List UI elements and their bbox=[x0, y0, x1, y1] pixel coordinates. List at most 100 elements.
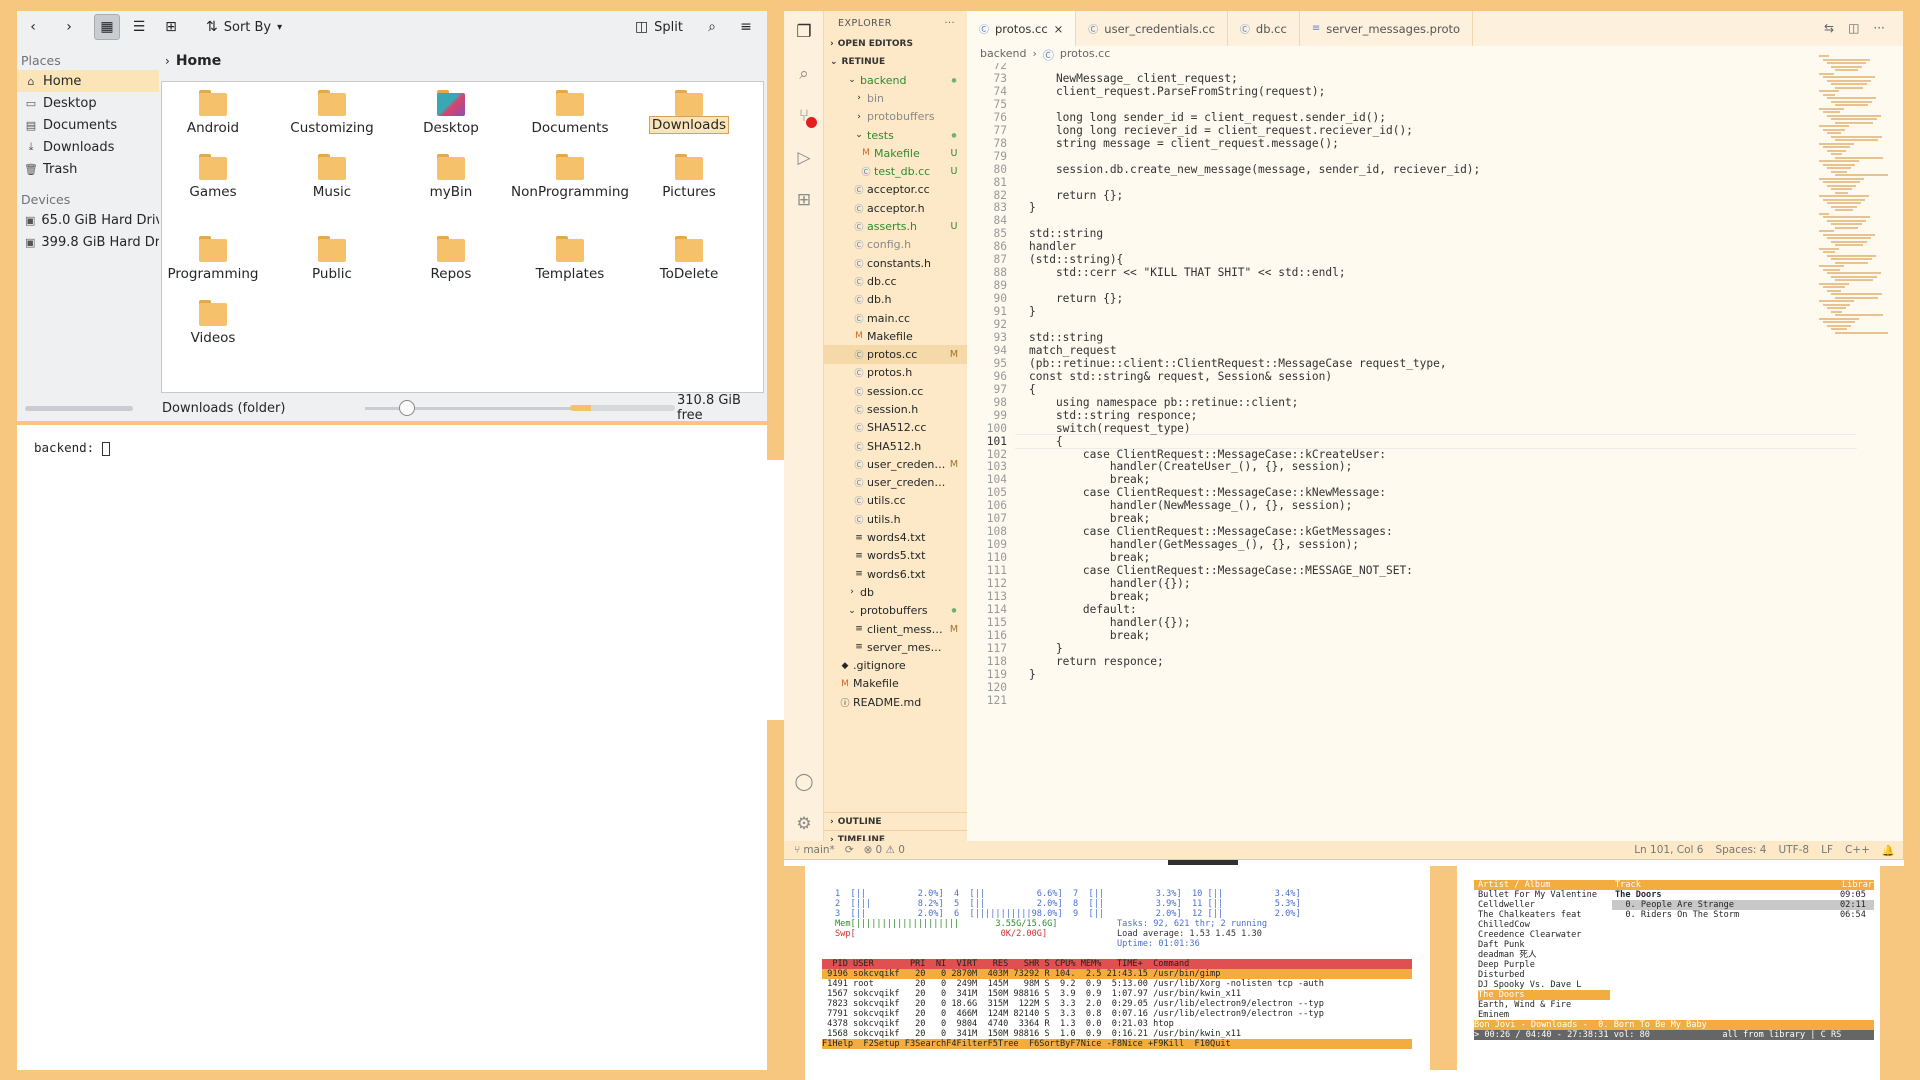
folder-item[interactable]: Repos bbox=[391, 228, 511, 283]
sort-by-button[interactable]: ⇅ Sort By ▾ bbox=[202, 14, 286, 40]
breadcrumb-home[interactable]: Home bbox=[176, 53, 221, 69]
cmus-artist-item[interactable]: The Chalkeaters feat bbox=[1478, 910, 1610, 920]
file-view[interactable]: Android Customizing Desktop Documents Do… bbox=[161, 81, 764, 393]
folder-item[interactable]: ToDelete bbox=[629, 228, 749, 283]
debug-icon[interactable]: ▷ bbox=[784, 137, 824, 179]
file-tree-item[interactable]: ⌄ protobuffers ● bbox=[824, 602, 967, 620]
open-editors-section[interactable]: › OPEN EDITORS bbox=[824, 35, 967, 53]
file-tree-item[interactable]: Ⓒmain.cc bbox=[824, 309, 967, 327]
file-tree-item[interactable]: ⌄ tests ● bbox=[824, 126, 967, 144]
folder-item[interactable]: myBin bbox=[391, 146, 511, 201]
folder-item[interactable]: Videos bbox=[153, 292, 273, 347]
folder-item[interactable]: Customizing bbox=[272, 82, 392, 137]
places-scrollbar[interactable] bbox=[25, 406, 133, 411]
breadcrumb-folder[interactable]: backend bbox=[980, 47, 1026, 63]
file-tree-item[interactable]: M Makefile bbox=[824, 675, 967, 693]
folder-item[interactable]: NonProgramming bbox=[510, 146, 630, 201]
folder-item[interactable]: Desktop bbox=[391, 82, 511, 137]
place-trash[interactable]: 🗑 Trash bbox=[17, 158, 159, 180]
file-tree-item[interactable]: › protobuffers bbox=[824, 108, 967, 126]
file-tree-item[interactable]: ◆ .gitignore bbox=[824, 657, 967, 675]
file-tree-item[interactable]: Ⓒuser_credentials.ccM bbox=[824, 455, 967, 473]
htop-process-row[interactable]: 1567 sokcvqikf 20 0 341M 150M 98816 S 3.… bbox=[822, 989, 1412, 999]
file-tree-item[interactable]: Ⓒconstants.h bbox=[824, 254, 967, 272]
folder-item[interactable]: Android bbox=[153, 82, 273, 137]
file-tree-item[interactable]: Ⓒdb.cc bbox=[824, 272, 967, 290]
music-player-window[interactable]: Artist / Album Track Library The Doors 0… bbox=[1457, 865, 1880, 1070]
file-tree-item[interactable]: Ⓒacceptor.cc bbox=[824, 181, 967, 199]
forward-button[interactable]: › bbox=[56, 14, 82, 40]
place-documents[interactable]: ▤ Documents bbox=[17, 114, 159, 136]
folder-item[interactable]: Documents bbox=[510, 82, 630, 137]
cursor-position[interactable]: Ln 101, Col 6 bbox=[1634, 844, 1703, 856]
file-tree-item[interactable]: Ⓒprotos.h bbox=[824, 364, 967, 382]
device-drive-1[interactable]: ▣ 65.0 GiB Hard Drive bbox=[17, 209, 159, 231]
breadcrumb[interactable]: › Home bbox=[165, 53, 221, 69]
terminal-window[interactable]: backend: bbox=[17, 425, 767, 1070]
bell-icon[interactable]: 🔔 bbox=[1882, 844, 1895, 857]
cmus-artist-item[interactable]: ChilledCow bbox=[1478, 920, 1610, 930]
htop-process-row[interactable]: 4378 sokcvqikf 20 0 9804 4740 3364 R 1.3… bbox=[822, 1019, 1412, 1029]
scrollbar[interactable] bbox=[1896, 63, 1902, 841]
folder-item[interactable]: Games bbox=[153, 146, 273, 201]
file-tree-item[interactable]: ≡ server_messages.proto bbox=[824, 638, 967, 656]
split-button[interactable]: ◫ Split bbox=[631, 14, 687, 40]
cmus-artist-item[interactable]: Celldweller bbox=[1478, 900, 1610, 910]
cmus-track[interactable]: 0. Riders On The Storm bbox=[1615, 910, 1739, 920]
file-tree-item[interactable]: ≡ words6.txt bbox=[824, 565, 967, 583]
place-home[interactable]: ⌂ Home bbox=[17, 70, 159, 92]
cmus-artist-item[interactable]: DJ Spooky Vs. Dave L bbox=[1478, 980, 1610, 990]
folder-item[interactable]: Public bbox=[272, 228, 392, 283]
file-tree-item[interactable]: Ⓒutils.cc bbox=[824, 492, 967, 510]
cmus-track[interactable]: 0. People Are Strange bbox=[1615, 900, 1734, 910]
gear-icon[interactable]: ⚙ bbox=[784, 803, 824, 845]
editor-tab[interactable]: Ⓒprotos.cc × bbox=[967, 11, 1077, 46]
icons-view-button[interactable]: ▦ bbox=[94, 14, 120, 40]
project-section[interactable]: ⌄ RETINUE bbox=[824, 53, 967, 71]
file-tree-item[interactable]: Ⓒuser_credentials.h bbox=[824, 474, 967, 492]
more-icon[interactable]: ··· bbox=[1873, 21, 1884, 35]
folder-item[interactable]: Templates bbox=[510, 228, 630, 283]
file-tree-item[interactable]: M Makefile bbox=[824, 327, 967, 345]
cmus-artist-item[interactable]: Daft Punk bbox=[1478, 940, 1610, 950]
editor-tab[interactable]: Ⓒdb.cc bbox=[1228, 11, 1300, 46]
zoom-slider[interactable] bbox=[365, 400, 577, 416]
file-tree-item[interactable]: Ⓒ SHA512.h bbox=[824, 437, 967, 455]
outline-section[interactable]: › OUTLINE bbox=[824, 812, 967, 830]
file-tree-item[interactable]: Ⓒsession.h bbox=[824, 400, 967, 418]
htop-process-row[interactable]: 1491 root 20 0 249M 145M 98M S 9.2 0.9 5… bbox=[822, 979, 1412, 989]
source-control-icon[interactable]: ⑂ bbox=[784, 95, 824, 137]
folder-item[interactable]: Music bbox=[272, 146, 392, 201]
zoom-slider-handle[interactable] bbox=[399, 400, 416, 416]
encoding[interactable]: UTF-8 bbox=[1778, 844, 1809, 856]
place-downloads[interactable]: ⤓ Downloads bbox=[17, 136, 159, 158]
file-tree-item[interactable]: Ⓒacceptor.h bbox=[824, 199, 967, 217]
problems-count[interactable]: 0 ⚠ 0 bbox=[875, 844, 904, 856]
explorer-icon[interactable]: ❐ bbox=[784, 11, 824, 53]
file-tree-item[interactable]: ≡ words5.txt bbox=[824, 547, 967, 565]
close-icon[interactable]: × bbox=[1054, 22, 1064, 36]
file-tree-item[interactable]: Ⓒsession.cc bbox=[824, 382, 967, 400]
file-tree-item[interactable]: ⌄ backend ● bbox=[824, 71, 967, 89]
file-tree-item[interactable]: ≡ client_messages.protoM bbox=[824, 620, 967, 638]
file-tree-item[interactable]: Ⓒasserts.h U bbox=[824, 217, 967, 235]
file-tree-item[interactable]: Ⓒconfig.h bbox=[824, 236, 967, 254]
details-view-button[interactable]: ⊞ bbox=[158, 14, 184, 40]
indentation[interactable]: Spaces: 4 bbox=[1715, 844, 1766, 856]
place-desktop[interactable]: ▭ Desktop bbox=[17, 92, 159, 114]
cmus-artist-item[interactable]: Disturbed bbox=[1478, 970, 1610, 980]
code-editor[interactable]: 72 73 NewMessage_ client_request; 74 clien… bbox=[967, 63, 1857, 841]
cmus-artist-item[interactable]: Creedence Clearwater bbox=[1478, 930, 1610, 940]
editor-tab[interactable]: Ⓒuser_credentials.cc bbox=[1076, 11, 1228, 46]
breadcrumb-file[interactable]: protos.cc bbox=[1060, 47, 1110, 63]
cmus-artist-item[interactable]: deadman 死人 bbox=[1478, 950, 1610, 960]
line-ending[interactable]: LF bbox=[1821, 844, 1833, 856]
cmus-artist-item[interactable]: Eminem bbox=[1478, 1010, 1610, 1020]
file-tree-item[interactable]: M Makefile U bbox=[824, 144, 967, 162]
htop-process-row[interactable]: 7823 sokcvqikf 20 0 18.6G 315M 122M S 3.… bbox=[822, 999, 1412, 1009]
folder-item[interactable]: Pictures bbox=[629, 146, 749, 201]
folder-item[interactable]: Programming bbox=[153, 228, 273, 283]
file-tree-item[interactable]: ≡ words4.txt bbox=[824, 528, 967, 546]
account-icon[interactable]: ◯ bbox=[784, 761, 824, 803]
file-tree-item[interactable]: Ⓒutils.h bbox=[824, 510, 967, 528]
